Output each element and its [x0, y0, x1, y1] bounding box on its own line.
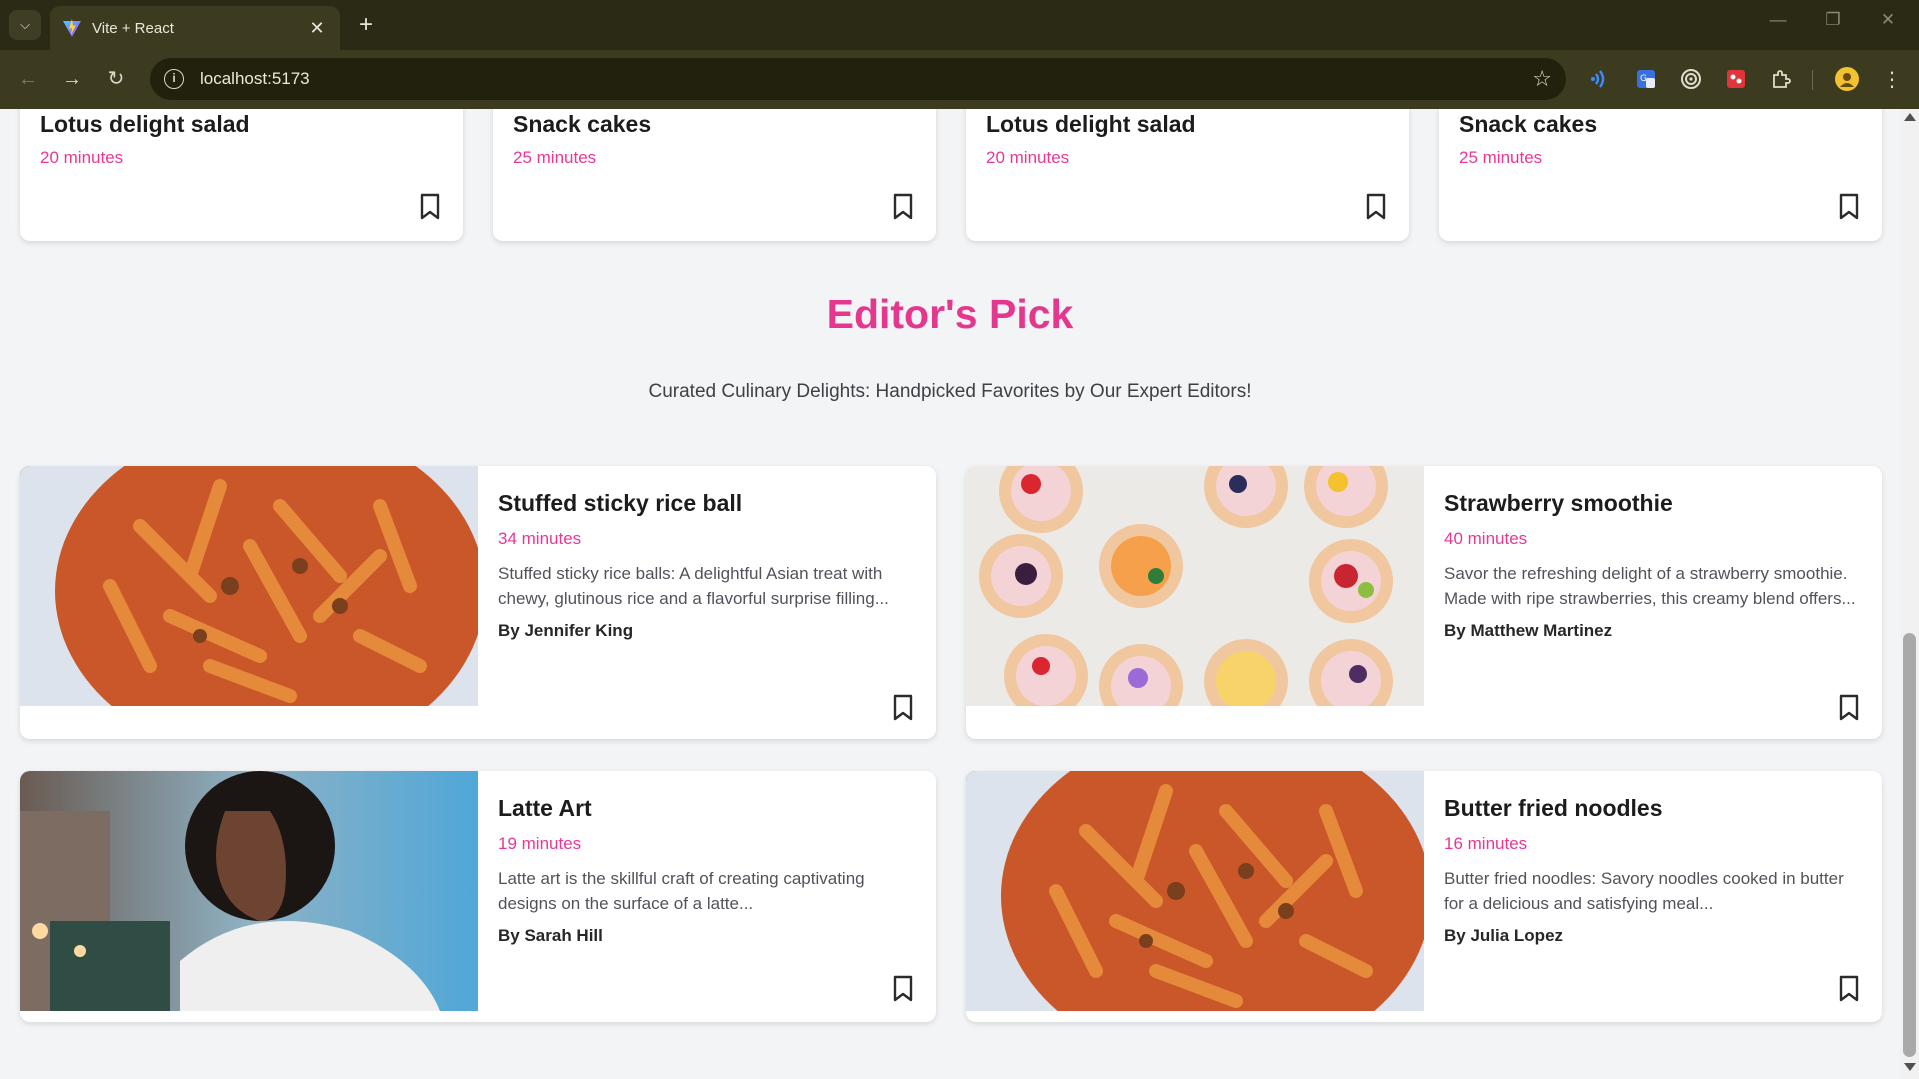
recipe-image[interactable] [966, 466, 1424, 706]
recipe-time: 25 minutes [1459, 148, 1543, 167]
browser-tab[interactable]: Vite + React ✕ [50, 6, 340, 50]
toolbar-separator [1812, 70, 1813, 90]
site-info-icon[interactable]: i [164, 69, 184, 89]
url-text[interactable]: localhost:5173 [200, 69, 1532, 89]
bookmark-icon[interactable] [1838, 193, 1860, 221]
scroll-thumb[interactable] [1903, 633, 1916, 1057]
section-subheading: Curated Culinary Delights: Handpicked Fa… [648, 381, 1252, 402]
profile-avatar-icon[interactable] [1833, 65, 1861, 93]
recipe-body: Butter fried noodles 16 minutes Butter f… [1444, 795, 1864, 946]
bookmark-icon[interactable] [1838, 694, 1860, 722]
bookmark-icon[interactable] [1365, 193, 1387, 221]
page-viewport: Lotus delight salad 20 minutes Snack cak… [0, 109, 1900, 1079]
recipe-time: 25 minutes [513, 148, 597, 167]
recipe-title[interactable]: Stuffed sticky rice ball [498, 490, 918, 517]
recipe-author: By Sarah Hill [498, 926, 603, 945]
recipe-time: 34 minutes [498, 529, 582, 548]
recipe-time: 19 minutes [498, 834, 582, 853]
svg-text:G: G [1640, 74, 1647, 84]
address-bar[interactable]: i localhost:5173 ☆ [150, 58, 1566, 100]
back-arrow-icon[interactable]: ← [12, 63, 44, 95]
recipe-image[interactable] [20, 466, 478, 706]
recipe-title: Snack cakes [1459, 111, 1598, 137]
browser-toolbar: ← → ↻ i localhost:5173 ☆ G ⋮ [0, 50, 1919, 109]
tab-close-icon[interactable]: ✕ [306, 18, 328, 39]
recipe-body: Strawberry smoothie 40 minutes Savor the… [1444, 490, 1864, 641]
browser-chrome: ⌵ Vite + React ✕ + — ❐ ✕ ← → ↻ i localho… [0, 0, 1919, 109]
editor-pick-card[interactable]: Butter fried noodles 16 minutes Butter f… [966, 771, 1882, 1022]
minimize-icon[interactable]: — [1758, 10, 1798, 30]
recipe-title[interactable]: Latte Art [498, 795, 918, 822]
recipe-title: Snack cakes [513, 111, 652, 137]
reload-icon[interactable]: ↻ [100, 63, 132, 95]
recipe-card[interactable]: Lotus delight salad 20 minutes [966, 109, 1409, 241]
recipe-card[interactable]: Lotus delight salad 20 minutes [20, 109, 463, 241]
editor-pick-card[interactable]: Strawberry smoothie 40 minutes Savor the… [966, 466, 1882, 739]
page-scrollbar[interactable] [1900, 109, 1919, 1079]
recipe-description: Stuffed sticky rice balls: A delightful … [498, 564, 889, 608]
recipe-description: Butter fried noodles: Savory noodles coo… [1444, 869, 1844, 913]
recipe-card[interactable]: Snack cakes 25 minutes [493, 109, 936, 241]
recipe-body: Stuffed sticky rice ball 34 minutes Stuf… [498, 490, 918, 641]
browser-menu-icon[interactable]: ⋮ [1878, 65, 1906, 93]
close-window-icon[interactable]: ✕ [1868, 10, 1908, 30]
extension-red-badge-icon[interactable] [1722, 65, 1750, 93]
bookmark-icon[interactable] [892, 975, 914, 1003]
recipe-time: 20 minutes [40, 148, 124, 167]
section-heading: Editor's Pick [826, 291, 1074, 337]
restore-icon[interactable]: ❐ [1813, 10, 1853, 30]
pasta-photo [966, 771, 1424, 1011]
editor-pick-card[interactable]: Stuffed sticky rice ball 34 minutes Stuf… [20, 466, 936, 739]
fruit-tarts-photo [966, 466, 1424, 706]
recipe-image[interactable] [20, 771, 478, 1011]
forward-arrow-icon[interactable]: → [56, 63, 88, 95]
bookmark-icon[interactable] [892, 694, 914, 722]
editor-pick-card[interactable]: Latte Art 19 minutes Latte art is the sk… [20, 771, 936, 1022]
recipe-image[interactable] [966, 771, 1424, 1011]
bookmark-icon[interactable] [1838, 975, 1860, 1003]
recipe-title: Lotus delight salad [986, 111, 1196, 137]
recipe-title[interactable]: Strawberry smoothie [1444, 490, 1864, 517]
scroll-down-arrow-icon[interactable] [1904, 1063, 1916, 1071]
bookmark-icon[interactable] [892, 193, 914, 221]
recipe-author: By Matthew Martinez [1444, 621, 1613, 640]
recipe-description: Latte art is the skillful craft of creat… [498, 869, 865, 913]
tab-title: Vite + React [92, 19, 174, 37]
tab-strip: ⌵ Vite + React ✕ + — ❐ ✕ [0, 0, 1919, 50]
tab-search-chevron-icon[interactable]: ⌵ [9, 10, 41, 40]
extensions-puzzle-icon[interactable] [1767, 65, 1795, 93]
vite-logo-icon [63, 19, 81, 37]
recipe-body: Latte Art 19 minutes Latte art is the sk… [498, 795, 918, 946]
recipe-title: Lotus delight salad [40, 111, 250, 137]
extension-translate-icon[interactable]: G [1632, 65, 1660, 93]
recipe-card[interactable]: Snack cakes 25 minutes [1439, 109, 1882, 241]
scroll-up-arrow-icon[interactable] [1904, 113, 1916, 121]
recipe-time: 40 minutes [1444, 529, 1528, 548]
bookmark-star-icon[interactable]: ☆ [1532, 66, 1552, 92]
extension-target-icon[interactable] [1677, 65, 1705, 93]
recipe-time: 16 minutes [1444, 834, 1528, 853]
new-tab-plus-icon[interactable]: + [352, 12, 380, 40]
pasta-photo [20, 466, 478, 706]
recipe-description: Savor the refreshing delight of a strawb… [1444, 564, 1856, 608]
recipe-time: 20 minutes [986, 148, 1070, 167]
recipe-author: By Jennifer King [498, 621, 634, 640]
extension-wave-icon[interactable] [1587, 65, 1615, 93]
recipe-title[interactable]: Butter fried noodles [1444, 795, 1864, 822]
bookmark-icon[interactable] [419, 193, 441, 221]
recipe-author: By Julia Lopez [1444, 926, 1564, 945]
woman-portrait-photo [20, 771, 478, 1011]
